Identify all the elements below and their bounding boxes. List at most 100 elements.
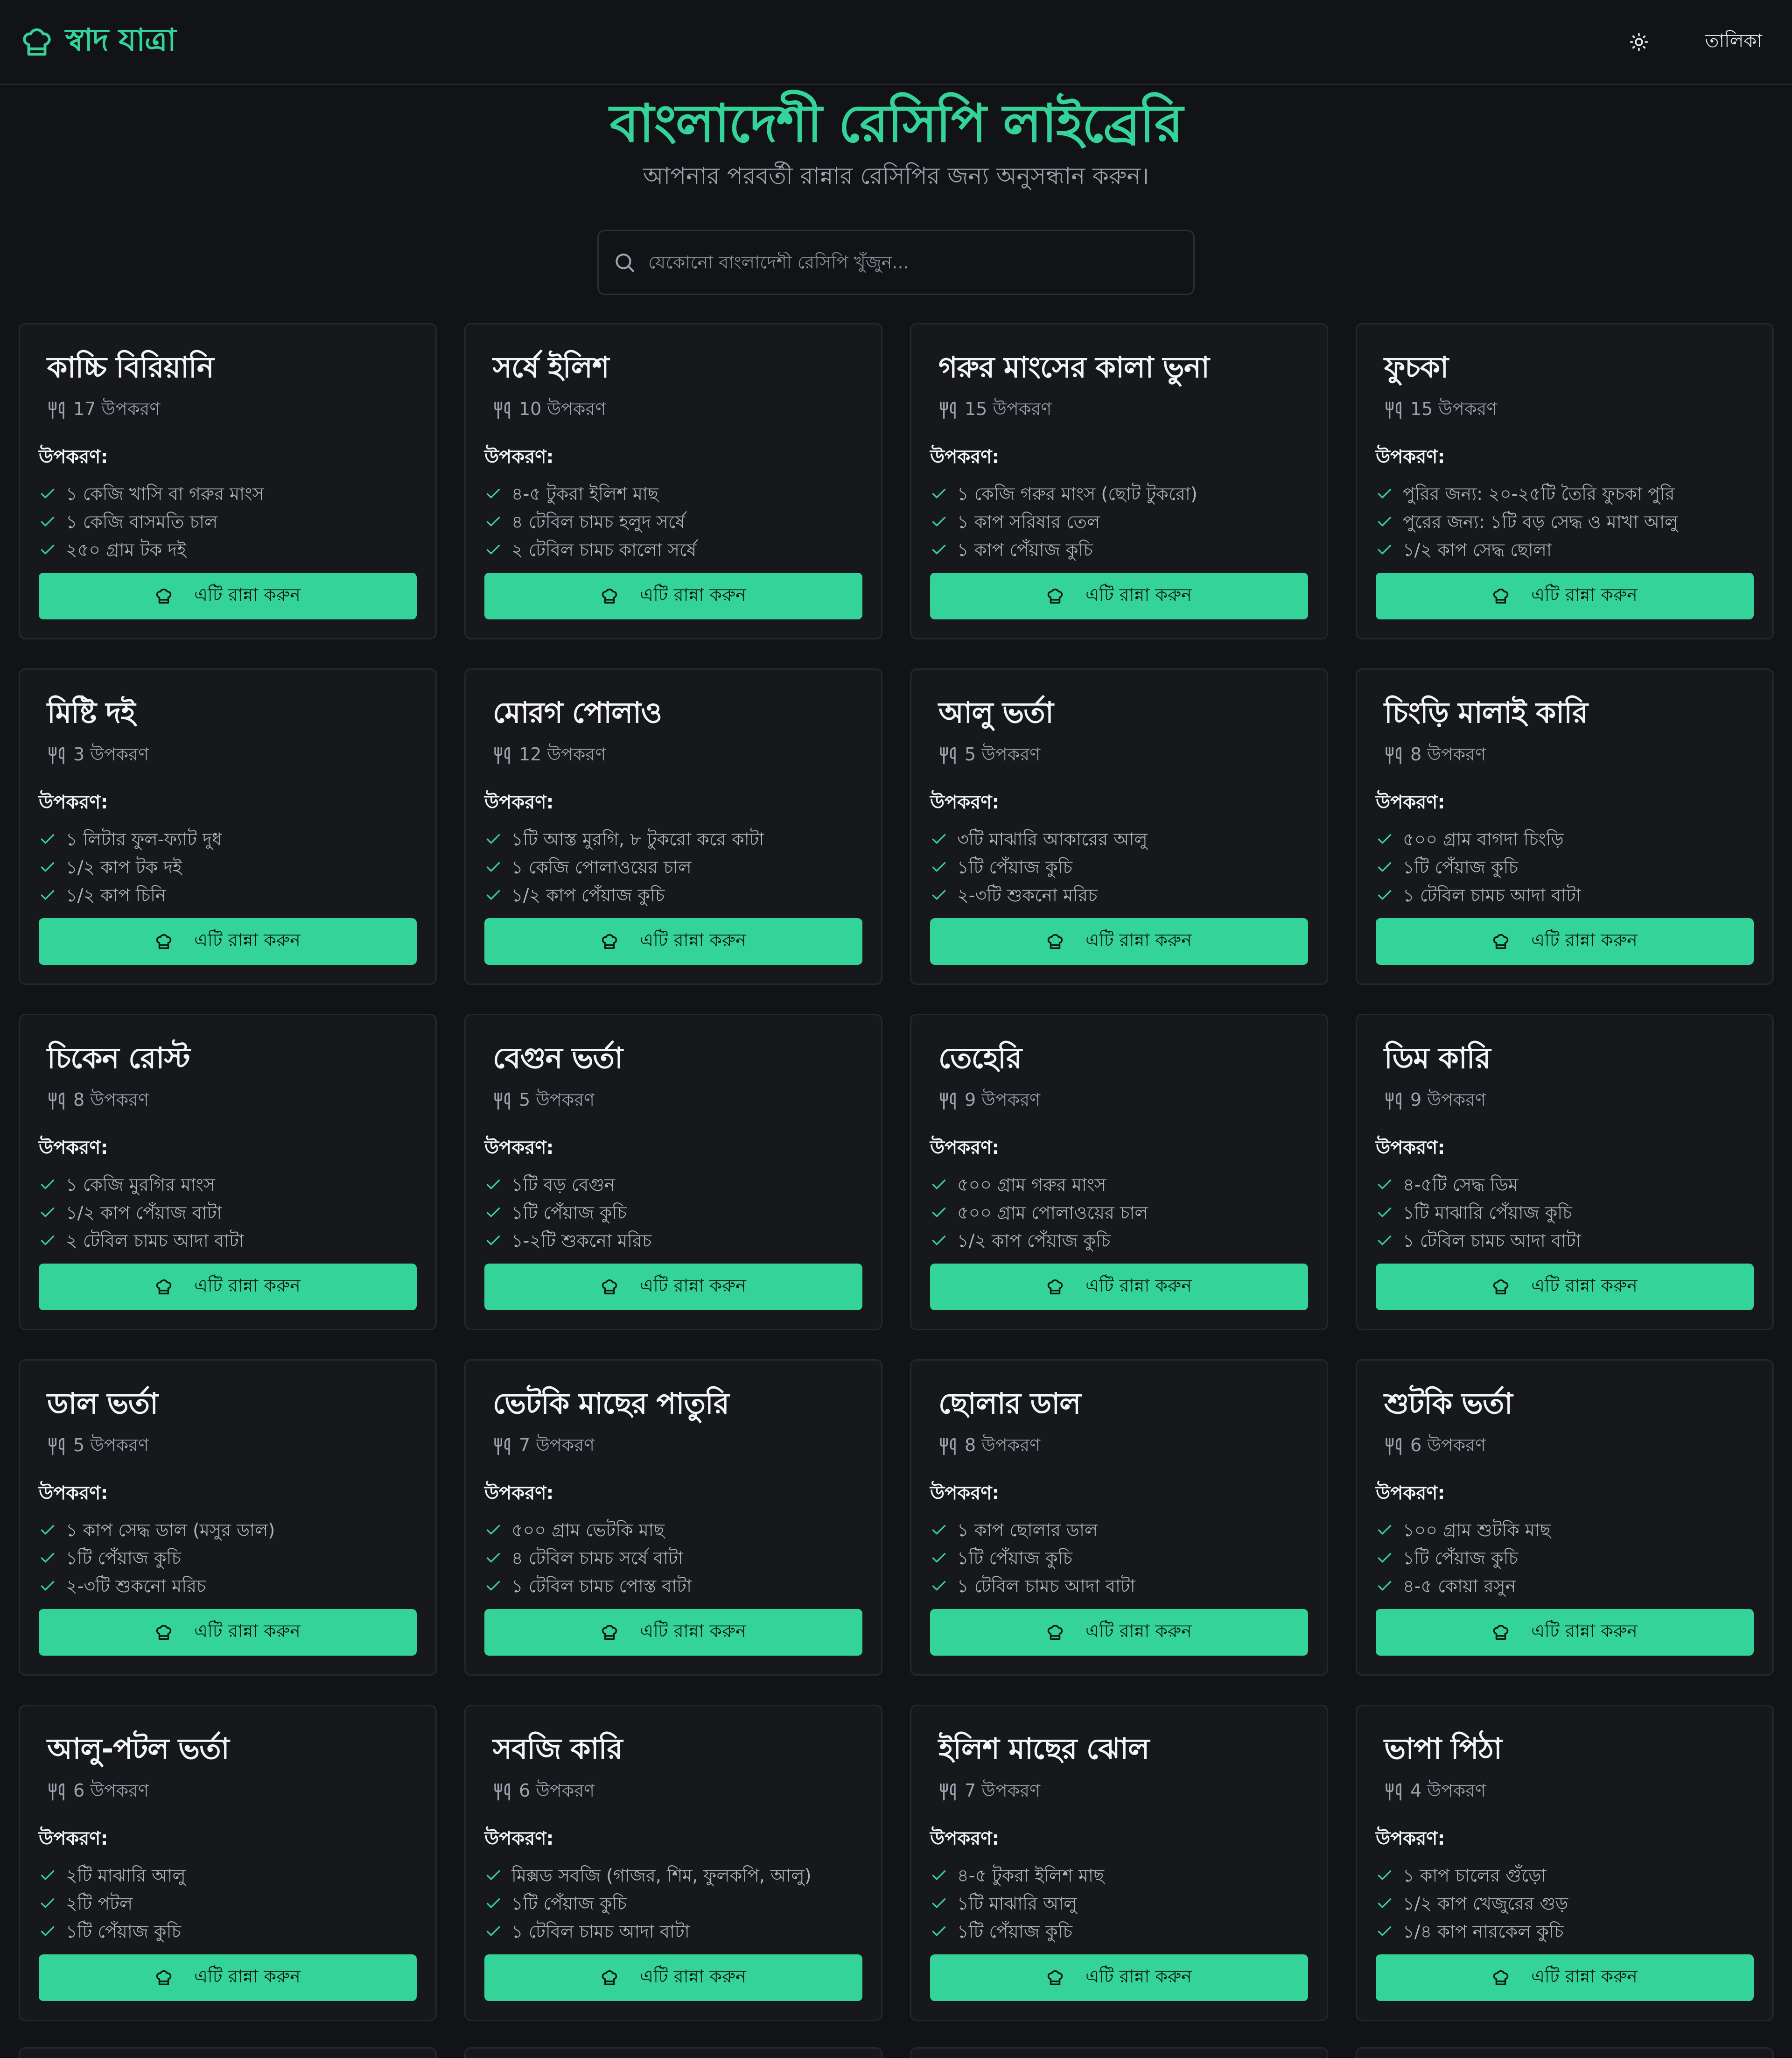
cook-button-label: এটি রান্না করুন bbox=[1085, 930, 1192, 950]
ingredients-heading: উপকরণ: bbox=[1376, 792, 1445, 813]
recipe-card: আলু-পটল ভর্তা 6 উপকরণ উপকরণ: ২টি মাঝারি … bbox=[19, 1705, 437, 2021]
check-icon bbox=[41, 1870, 55, 1880]
ingredient-item: ১ কেজি পোলাওয়ের চাল bbox=[484, 853, 862, 881]
brand-logo-link[interactable]: স্বাদ যাত্রা bbox=[21, 16, 176, 68]
ingredient-list: পুরির জন্য: ২০-২৫টি তৈরি ফুচকা পুরি পুরের… bbox=[1376, 480, 1754, 564]
cook-this-button[interactable]: এটি রান্না করুন bbox=[484, 573, 862, 619]
ingredients-heading: উপকরণ: bbox=[484, 1828, 554, 1849]
cook-this-button[interactable]: এটি রান্না করুন bbox=[930, 573, 1308, 619]
check-icon bbox=[1378, 1926, 1392, 1936]
cook-this-button[interactable]: এটি রান্না করুন bbox=[930, 1264, 1308, 1310]
ingredient-list: ২টি মাঝারি আলু ২টি পটল ১টি পেঁয়াজ কুচি bbox=[39, 1861, 417, 1946]
ingredient-item: ১ কেজি খাসি বা গরুর মাংস bbox=[39, 480, 417, 508]
ingredient-text: ১ কাপ পেঁয়াজ কুচি bbox=[957, 540, 1093, 560]
cook-button-label: এটি রান্না করুন bbox=[640, 1621, 746, 1641]
ingredient-count-text: 10 উপকরণ bbox=[519, 399, 606, 419]
ingredient-text: ১ কাপ ছোলার ডাল bbox=[957, 1520, 1098, 1540]
ingredient-text: ২টি পটল bbox=[66, 1893, 133, 1914]
ingredient-item: ২টি মাঝারি আলু bbox=[39, 1861, 417, 1889]
ingredient-text: ১-২টি শুকনো মরিচ bbox=[511, 1230, 652, 1251]
chef-hat-icon bbox=[156, 589, 172, 604]
search-input[interactable] bbox=[648, 252, 1193, 273]
check-icon bbox=[486, 1898, 500, 1908]
ingredient-text: ১টি পেঁয়াজ কুচি bbox=[511, 1893, 627, 1914]
ingredient-text: ১টি বড় বেগুন bbox=[511, 1174, 615, 1195]
sun-icon bbox=[1630, 33, 1648, 51]
ingredient-text: ৪ টেবিল চামচ হলুদ সর্ষে bbox=[511, 512, 686, 532]
cook-button-label: এটি রান্না করুন bbox=[1531, 1966, 1638, 1987]
cook-button-label: এটি রান্না করুন bbox=[1085, 584, 1192, 605]
ingredient-list: ৪-৫ টুকরা ইলিশ মাছ ৪ টেবিল চামচ হলুদ সর্ষ… bbox=[484, 480, 862, 564]
ingredient-item: ২৫০ গ্রাম টক দই bbox=[39, 536, 417, 564]
cook-this-button[interactable]: এটি রান্না করুন bbox=[1376, 573, 1754, 619]
ingredient-item: ১ টেবিল চামচ আদা বাটা bbox=[930, 1572, 1308, 1600]
ingredient-text: ১/২ কাপ পেঁয়াজ কুচি bbox=[957, 1230, 1111, 1251]
ingredient-list: ১ কেজি গরুর মাংস (ছোট টুকরো) ১ কাপ সরিষার… bbox=[930, 480, 1308, 564]
check-icon bbox=[41, 1235, 55, 1245]
cook-button-label: এটি রান্না করুন bbox=[640, 1275, 746, 1296]
ingredient-item: ৫০০ গ্রাম ভেটকি মাছ bbox=[484, 1516, 862, 1544]
recipe-card-partial bbox=[910, 2047, 1328, 2058]
chef-hat-icon bbox=[1047, 589, 1063, 604]
cook-this-button[interactable]: এটি রান্না করুন bbox=[930, 1954, 1308, 2001]
ingredient-list: ১০০ গ্রাম শুটকি মাছ ১টি পেঁয়াজ কুচি ৪-৫ ক… bbox=[1376, 1516, 1754, 1600]
cook-this-button[interactable]: এটি রান্না করুন bbox=[484, 918, 862, 965]
ingredient-item: পুরির জন্য: ২০-২৫টি তৈরি ফুচকা পুরি bbox=[1376, 480, 1754, 508]
chef-hat-icon bbox=[1493, 1625, 1509, 1640]
cook-button-label: এটি রান্না করুন bbox=[1531, 930, 1638, 950]
theme-toggle-button[interactable] bbox=[1611, 14, 1667, 70]
check-icon bbox=[932, 1580, 946, 1591]
ingredient-list: ১ কাপ ছোলার ডাল ১টি পেঁয়াজ কুচি ১ টেবিল চ… bbox=[930, 1516, 1308, 1600]
ingredients-heading: উপকরণ: bbox=[39, 792, 108, 813]
recipe-card-partial bbox=[1356, 2047, 1774, 2058]
cook-this-button[interactable]: এটি রান্না করুন bbox=[484, 1954, 862, 2001]
check-icon bbox=[1378, 516, 1392, 527]
ingredient-item: ১০০ গ্রাম শুটকি মাছ bbox=[1376, 1516, 1754, 1544]
ingredient-count-text: 5 উপকরণ bbox=[519, 1089, 595, 1110]
ingredient-count: 15 উপকরণ bbox=[1376, 395, 1754, 425]
check-icon bbox=[932, 1926, 946, 1936]
ingredient-item: ১টি পেঁয়াজ কুচি bbox=[930, 853, 1308, 881]
ingredient-item: ১/২ কাপ পেঁয়াজ কুচি bbox=[484, 881, 862, 909]
ingredient-item: ১ কাপ চালের গুঁড়ো bbox=[1376, 1861, 1754, 1889]
ingredients-heading: উপকরণ: bbox=[484, 446, 554, 468]
ingredients-heading: উপকরণ: bbox=[39, 446, 108, 468]
cook-this-button[interactable]: এটি রান্না করুন bbox=[484, 1609, 862, 1656]
cook-this-button[interactable]: এটি রান্না করুন bbox=[930, 918, 1308, 965]
ingredient-item: ১-২টি শুকনো মরিচ bbox=[484, 1227, 862, 1255]
ingredient-list: ১ কেজি মুরগির মাংস ১/২ কাপ পেঁয়াজ বাটা ২ … bbox=[39, 1171, 417, 1255]
cook-this-button[interactable]: এটি রান্না করুন bbox=[1376, 1609, 1754, 1656]
cook-this-button[interactable]: এটি রান্না করুন bbox=[1376, 918, 1754, 965]
ingredient-item: ৫০০ গ্রাম পোলাওয়ের চাল bbox=[930, 1199, 1308, 1227]
check-icon bbox=[486, 862, 500, 872]
cook-this-button[interactable]: এটি রান্না করুন bbox=[39, 1264, 417, 1310]
ingredient-text: ৫০০ গ্রাম পোলাওয়ের চাল bbox=[957, 1202, 1148, 1223]
ingredient-count-text: 4 উপকরণ bbox=[1410, 1780, 1486, 1801]
ingredient-item: ১টি আস্ত মুরগি, ৮ টুকরো করে কাটা bbox=[484, 825, 862, 853]
recipe-title: তেহেরি bbox=[938, 1041, 1022, 1075]
recipe-card: আলু ভর্তা 5 উপকরণ উপকরণ: ৩টি মাঝারি আকার… bbox=[910, 668, 1328, 985]
cook-this-button[interactable]: এটি রান্না করুন bbox=[1376, 1264, 1754, 1310]
ingredient-text: ১ টেবিল চামচ আদা বাটা bbox=[511, 1921, 690, 1942]
recipe-title: আলু-পটল ভর্তা bbox=[47, 1732, 230, 1766]
nav-list-link[interactable]: তালিকা bbox=[1695, 15, 1772, 69]
ingredient-count: 8 উপকরণ bbox=[1376, 741, 1754, 771]
cook-button-label: এটি রান্না করুন bbox=[194, 584, 301, 605]
cook-this-button[interactable]: এটি রান্না করুন bbox=[39, 573, 417, 619]
cook-this-button[interactable]: এটি রান্না করুন bbox=[39, 918, 417, 965]
cook-this-button[interactable]: এটি রান্না করুন bbox=[930, 1609, 1308, 1656]
cook-this-button[interactable]: এটি রান্না করুন bbox=[484, 1264, 862, 1310]
ingredient-count-text: 8 উপকরণ bbox=[73, 1089, 149, 1110]
check-icon bbox=[1378, 1552, 1392, 1563]
chef-hat-icon bbox=[1493, 589, 1509, 604]
utensils-icon bbox=[940, 401, 956, 419]
ingredient-item: ১টি পেঁয়াজ কুচি bbox=[930, 1918, 1308, 1946]
recipe-title: ডিম কারি bbox=[1384, 1041, 1491, 1075]
cook-this-button[interactable]: এটি রান্না করুন bbox=[1376, 1954, 1754, 2001]
ingredient-count: 7 উপকরণ bbox=[930, 1777, 1308, 1807]
ingredient-list: ১ কাপ চালের গুঁড়ো ১/২ কাপ খেজুরের গুড় ১/… bbox=[1376, 1861, 1754, 1946]
ingredient-text: ১ লিটার ফুল-ফ্যাট দুধ bbox=[66, 829, 222, 850]
cook-this-button[interactable]: এটি রান্না করুন bbox=[39, 1609, 417, 1656]
cook-this-button[interactable]: এটি রান্না করুন bbox=[39, 1954, 417, 2001]
ingredient-text: ১০০ গ্রাম শুটকি মাছ bbox=[1403, 1520, 1551, 1540]
